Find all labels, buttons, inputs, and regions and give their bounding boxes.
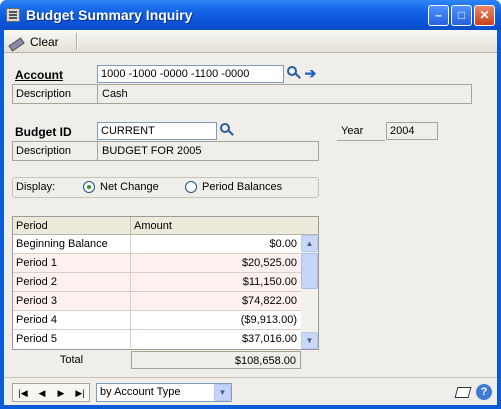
amount-cell: $74,822.00 (241, 295, 297, 307)
record-navigator: |◀ ◀ ▶ ▶| (12, 383, 90, 402)
grid-scrollbar[interactable]: ▲ ▼ (301, 235, 318, 349)
status-bar: |◀ ◀ ▶ ▶| by Account Type ▼ ? (4, 377, 497, 405)
budget-description-label: Description (13, 142, 98, 160)
scroll-up-button[interactable]: ▲ (301, 235, 318, 252)
minimize-button[interactable]: – (428, 5, 449, 26)
table-row[interactable]: Period 3 $74,822.00 (13, 292, 301, 311)
budget-id-label: Budget ID (15, 125, 72, 139)
help-icon[interactable]: ? (476, 384, 492, 400)
year-label: Year (341, 125, 364, 137)
account-lookup-button[interactable] (285, 65, 302, 82)
net-change-radio[interactable] (83, 181, 95, 193)
toolbar-separator (76, 33, 77, 50)
scroll-down-button[interactable]: ▼ (301, 332, 318, 349)
column-header-period[interactable]: Period (13, 217, 131, 235)
period-cell: Period 5 (13, 330, 131, 348)
table-row[interactable]: Period 5 $37,016.00 (13, 330, 301, 349)
note-icon[interactable] (454, 384, 470, 400)
period-cell: Period 3 (13, 292, 131, 310)
chevron-down-icon: ▼ (305, 336, 314, 345)
period-balances-radio[interactable] (185, 181, 197, 193)
table-row[interactable]: Period 1 $20,525.00 (13, 254, 301, 273)
chevron-up-icon: ▲ (305, 239, 314, 248)
next-icon: ▶ (57, 388, 65, 398)
title-bar[interactable]: Budget Summary Inquiry – □ ✕ (0, 0, 501, 30)
net-change-label[interactable]: Net Change (100, 181, 159, 193)
account-description-value: Cash (102, 88, 128, 100)
toolbar: Clear (4, 30, 497, 53)
first-icon: |◀ (18, 388, 28, 398)
table-row[interactable]: Period 2 $11,150.00 (13, 273, 301, 292)
period-cell: Beginning Balance (13, 235, 131, 253)
table-row[interactable]: Beginning Balance $0.00 (13, 235, 301, 254)
window: Budget Summary Inquiry – □ ✕ Clear Accou… (0, 0, 501, 409)
table-row[interactable]: Period 4 ($9,913.00) (13, 311, 301, 330)
last-icon: ▶| (75, 388, 85, 398)
account-description-label: Description (13, 85, 98, 103)
account-label[interactable]: Account (15, 68, 63, 82)
amount-cell: $20,525.00 (241, 257, 297, 269)
period-grid: Period Amount Beginning Balance $0.00 Pe… (12, 216, 319, 350)
amount-cell: $37,016.00 (241, 333, 297, 345)
column-header-amount[interactable]: Amount (131, 217, 318, 235)
sort-select[interactable]: by Account Type ▼ (96, 383, 232, 402)
amount-cell: ($9,913.00) (240, 314, 297, 326)
display-label: Display: (16, 181, 56, 193)
close-button[interactable]: ✕ (474, 5, 495, 26)
display-group: Display: Net Change Period Balances (12, 177, 319, 198)
window-title: Budget Summary Inquiry (26, 7, 193, 23)
chevron-down-icon[interactable]: ▼ (214, 384, 231, 401)
period-cell: Period 4 (13, 311, 131, 329)
total-value: $108,658.00 (131, 351, 301, 369)
total-label: Total (59, 354, 84, 366)
account-input[interactable]: 1000 -1000 -0000 -1100 -0000 (97, 65, 284, 83)
budget-lookup-button[interactable] (218, 122, 235, 139)
grid-header: Period Amount (13, 217, 318, 235)
clear-label: Clear (30, 34, 59, 49)
scroll-thumb[interactable] (301, 253, 318, 289)
eraser-icon (8, 35, 24, 49)
next-record-button[interactable]: ▶ (53, 385, 69, 401)
period-balances-label[interactable]: Period Balances (202, 181, 282, 193)
previous-record-button[interactable]: ◀ (34, 385, 50, 401)
period-cell: Period 2 (13, 273, 131, 291)
window-client: Clear Account 1000 -1000 -0000 -1100 -00… (4, 30, 497, 405)
arrow-right-icon[interactable]: ➔ (303, 65, 318, 82)
budget-id-input[interactable]: CURRENT (97, 122, 217, 140)
year-value: 2004 (386, 122, 438, 140)
budget-description-value: BUDGET FOR 2005 (102, 145, 202, 157)
period-cell: Period 1 (13, 254, 131, 272)
amount-cell: $0.00 (269, 238, 297, 250)
minimize-icon: – (435, 8, 442, 22)
close-icon: ✕ (479, 8, 490, 22)
previous-icon: ◀ (38, 388, 46, 398)
budget-description-row: Description BUDGET FOR 2005 (12, 141, 319, 161)
amount-cell: $11,150.00 (242, 276, 297, 288)
window-icon (6, 8, 20, 22)
maximize-icon: □ (457, 8, 466, 22)
account-description-row: Description Cash (12, 84, 472, 104)
sort-select-value: by Account Type (100, 386, 181, 398)
maximize-button[interactable]: □ (451, 5, 472, 26)
clear-button[interactable]: Clear (8, 33, 72, 50)
first-record-button[interactable]: |◀ (15, 385, 31, 401)
last-record-button[interactable]: ▶| (72, 385, 88, 401)
year-underline (337, 140, 385, 141)
